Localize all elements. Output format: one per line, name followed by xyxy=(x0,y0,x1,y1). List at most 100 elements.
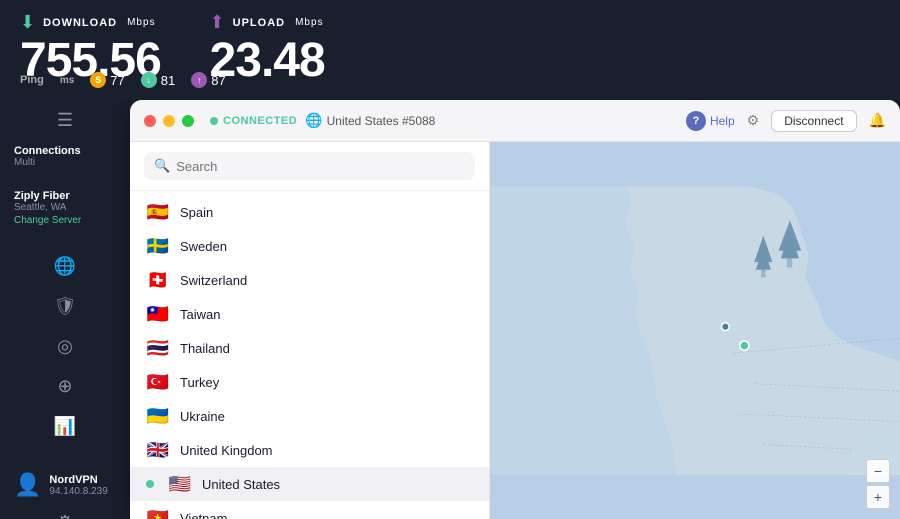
server-name-switzerland: Switzerland xyxy=(180,273,247,288)
title-bar: CONNECTED 🌐 United States #5088 ? Help ⚙… xyxy=(130,100,900,142)
notification-icon[interactable]: 🔔 xyxy=(869,112,886,129)
nordvpn-avatar: 👤 xyxy=(14,472,41,498)
globe-icon: 🌐 xyxy=(305,112,322,129)
connected-badge: CONNECTED xyxy=(210,115,297,127)
flag-sweden: 🇸🇪 xyxy=(146,237,170,255)
flag-taiwan: 🇹🇼 xyxy=(146,305,170,323)
ping-icon-down: ↓ xyxy=(141,72,157,88)
flag-spain: 🇪🇸 xyxy=(146,203,170,221)
ping-item-2: ↓ 81 xyxy=(141,72,175,88)
search-input[interactable] xyxy=(176,159,465,174)
maximize-button[interactable] xyxy=(182,115,194,127)
ping-label: Ping xyxy=(20,74,44,86)
ping-item-3: ↑ 87 xyxy=(191,72,225,88)
help-group[interactable]: ? Help xyxy=(686,111,735,131)
flag-switzerland: 🇨🇭 xyxy=(146,271,170,289)
vpn-window: CONNECTED 🌐 United States #5088 ? Help ⚙… xyxy=(130,100,900,519)
flag-thailand: 🇹🇭 xyxy=(146,339,170,357)
help-label[interactable]: Help xyxy=(710,114,735,128)
sidebar-ziply[interactable]: Ziply Fiber Seattle, WA Change Server xyxy=(0,182,130,234)
connected-dot xyxy=(210,117,218,125)
server-row-vietnam[interactable]: 🇻🇳 Vietnam xyxy=(130,501,489,519)
server-name-uk: United Kingdom xyxy=(180,443,273,458)
shield-nav-icon[interactable]: 🛡 xyxy=(47,288,83,324)
app-content: 🔍 🇪🇸 Spain 🇸🇪 Sweden xyxy=(130,142,900,519)
upload-section: ⬆ UPLOAD Mbps 23.48 xyxy=(210,12,338,88)
sidebar-nordvpn[interactable]: 👤 NordVPN 94.140.8.239 xyxy=(0,464,130,506)
flag-us: 🇺🇸 xyxy=(168,475,192,493)
globe-nav-icon[interactable]: 🌐 xyxy=(47,248,83,284)
location-dot-1 xyxy=(722,323,730,331)
server-row-thailand[interactable]: 🇹🇭 Thailand xyxy=(130,331,489,365)
server-name-taiwan: Taiwan xyxy=(180,307,220,322)
zoom-in-button[interactable]: + xyxy=(866,485,890,509)
ping-icon-gold: S xyxy=(90,72,106,88)
server-panel: 🔍 🇪🇸 Spain 🇸🇪 Sweden xyxy=(130,142,490,519)
download-label: DOWNLOAD xyxy=(43,17,117,29)
search-icon: 🔍 xyxy=(154,158,170,174)
settings-icon[interactable]: ⚙ xyxy=(47,512,83,519)
ping-icon-up: ↑ xyxy=(191,72,207,88)
location-dot-active xyxy=(740,341,749,350)
server-row-taiwan[interactable]: 🇹🇼 Taiwan xyxy=(130,297,489,331)
close-button[interactable] xyxy=(144,115,156,127)
server-row-turkey[interactable]: 🇹🇷 Turkey xyxy=(130,365,489,399)
sidebar-menu-icon[interactable]: ☰ xyxy=(47,110,83,131)
zoom-out-button[interactable]: − xyxy=(866,459,890,483)
upload-icon: ⬆ xyxy=(210,12,225,33)
speed-bar: ⬇ DOWNLOAD Mbps 755.56 ⬆ UPLOAD Mbps 23.… xyxy=(0,0,900,100)
server-row-sweden[interactable]: 🇸🇪 Sweden xyxy=(130,229,489,263)
map-area: − + xyxy=(490,142,900,519)
server-name-vietnam: Vietnam xyxy=(180,511,227,519)
target-nav-icon[interactable]: ◎ xyxy=(47,328,83,364)
minimize-button[interactable] xyxy=(163,115,175,127)
server-row-spain[interactable]: 🇪🇸 Spain xyxy=(130,195,489,229)
server-name-ukraine: Ukraine xyxy=(180,409,225,424)
server-name: 🌐 United States #5088 xyxy=(305,112,435,129)
flag-turkey: 🇹🇷 xyxy=(146,373,170,391)
flag-ukraine: 🇺🇦 xyxy=(146,407,170,425)
ping-item-1: S 77 xyxy=(90,72,124,88)
upload-unit: Mbps xyxy=(295,17,323,28)
change-server-link[interactable]: Change Server xyxy=(14,215,116,226)
server-row-us[interactable]: 🇺🇸 United States xyxy=(130,467,489,501)
layers-nav-icon[interactable]: ⊕ xyxy=(47,368,83,404)
upload-value: 23.48 xyxy=(210,33,330,88)
help-badge: ? xyxy=(686,111,706,131)
settings-cog-icon[interactable]: ⚙ xyxy=(747,112,760,129)
disconnect-button[interactable]: Disconnect xyxy=(771,110,856,132)
active-indicator xyxy=(146,480,154,488)
ping-value-1: 77 xyxy=(110,73,124,88)
upload-label: UPLOAD xyxy=(233,17,285,29)
sidebar-connections[interactable]: Connections Multi xyxy=(0,137,130,176)
flag-uk: 🇬🇧 xyxy=(146,441,170,459)
server-row-ukraine[interactable]: 🇺🇦 Ukraine xyxy=(130,399,489,433)
connected-text: CONNECTED xyxy=(223,115,297,127)
title-bar-status: CONNECTED 🌐 United States #5088 xyxy=(210,112,686,129)
ping-value-3: 87 xyxy=(211,73,225,88)
connections-label: Connections xyxy=(14,145,116,157)
server-name-thailand: Thailand xyxy=(180,341,230,356)
server-name-us: United States xyxy=(202,477,280,492)
server-name-spain: Spain xyxy=(180,205,213,220)
server-name-sweden: Sweden xyxy=(180,239,227,254)
ping-row: Ping ms S 77 ↓ 81 ↑ 87 xyxy=(20,72,226,88)
title-bar-right: ? Help ⚙ Disconnect 🔔 xyxy=(686,110,886,132)
search-bar: 🔍 xyxy=(130,142,489,191)
map-controls: − + xyxy=(866,459,890,509)
download-unit: Mbps xyxy=(127,17,155,28)
main-area: ☰ Connections Multi Ziply Fiber Seattle,… xyxy=(0,100,900,519)
ziply-sub: Seattle, WA xyxy=(14,202,116,213)
search-input-wrap: 🔍 xyxy=(144,152,475,180)
ping-value-2: 81 xyxy=(161,73,175,88)
server-name-turkey: Turkey xyxy=(180,375,219,390)
left-sidebar: ☰ Connections Multi Ziply Fiber Seattle,… xyxy=(0,100,130,519)
nordvpn-ip: 94.140.8.239 xyxy=(49,486,107,497)
server-row-uk[interactable]: 🇬🇧 United Kingdom xyxy=(130,433,489,467)
connections-sub: Multi xyxy=(14,157,116,168)
server-list: 🇪🇸 Spain 🇸🇪 Sweden 🇨🇭 Switzerland xyxy=(130,191,489,519)
ping-unit: ms xyxy=(60,75,74,86)
chart-nav-icon[interactable]: 📊 xyxy=(47,408,83,444)
server-row-switzerland[interactable]: 🇨🇭 Switzerland xyxy=(130,263,489,297)
map-svg xyxy=(490,142,900,519)
